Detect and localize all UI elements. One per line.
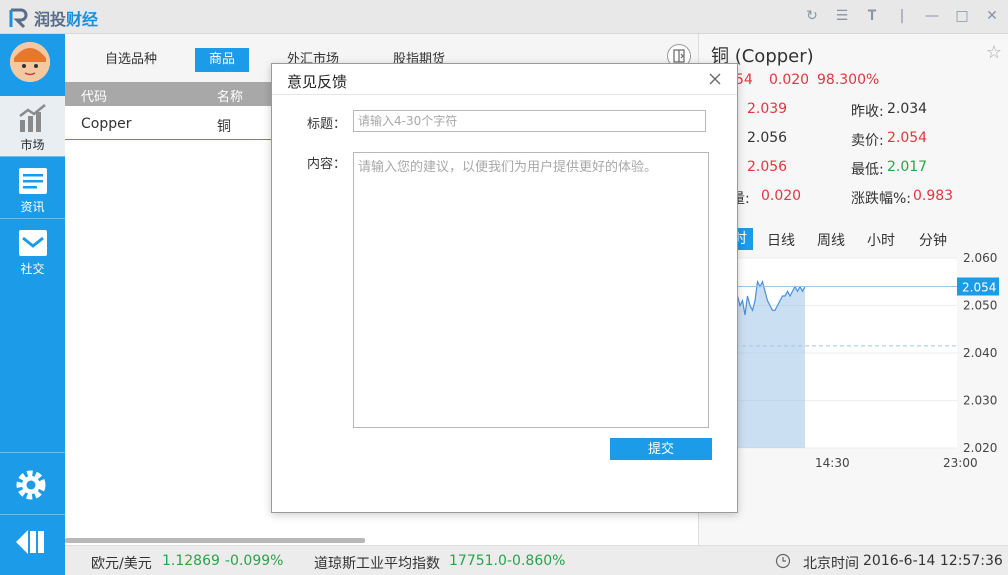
index-value: 17751.0 — [449, 553, 507, 569]
index-change: -0.860% — [507, 553, 566, 569]
minimize-icon[interactable]: — — [924, 8, 940, 24]
prev-close-label: 昨收: — [851, 104, 884, 120]
change-value: 0.020 — [769, 72, 810, 88]
chart-icon — [18, 104, 46, 132]
window-controls: ↻ ☰ 𝐓 | — □ ✕ — [804, 8, 1000, 24]
logo-text-part1: 润投 — [34, 10, 67, 29]
submit-button[interactable]: 提交 — [610, 438, 712, 460]
tab-watchlist[interactable]: 自选品种 — [91, 48, 171, 72]
column-header-code: 代码 — [81, 90, 108, 105]
time-value: 2016-6-14 12:57:36 — [863, 553, 1003, 569]
sidebar-item-label: 资讯 — [20, 200, 45, 214]
volume-value: 0.020 — [761, 188, 802, 204]
back-arrow-icon[interactable] — [14, 526, 48, 558]
fx-change: -0.099% — [225, 553, 284, 569]
x-tick-label: 23:00 — [943, 456, 978, 470]
title-field-label: 标题： — [307, 117, 347, 132]
current-price-label: 2.054 — [962, 281, 996, 295]
column-header-name: 名称 — [217, 90, 244, 105]
quote-panel: 铜 (Copper) ☆ 54 0.020 98.300% : 2.039 昨收… — [698, 34, 1008, 545]
ask-label: 卖价: — [851, 133, 884, 149]
high-value: 2.056 — [747, 159, 788, 175]
bid-value: 2.056 — [747, 130, 788, 146]
separator: | — [899, 8, 905, 24]
y-tick-label: 2.040 — [963, 346, 997, 360]
divider — [0, 452, 65, 453]
avatar-icon — [10, 42, 50, 82]
divider — [0, 514, 65, 515]
content-field-label: 内容： — [307, 157, 347, 172]
sidebar-item-label: 市场 — [20, 138, 45, 152]
range-pct-value: 0.983 — [913, 188, 954, 204]
y-tick-label: 2.030 — [963, 394, 997, 408]
fx-label: 欧元/美元 — [91, 556, 152, 572]
ask-value: 2.054 — [887, 130, 928, 146]
star-icon[interactable]: ☆ — [986, 42, 1002, 63]
y-tick-label: 2.050 — [963, 299, 997, 313]
range-pct-label: 涨跌幅%: — [851, 191, 912, 207]
title-input[interactable] — [353, 110, 706, 132]
fx-value: 1.12869 — [162, 553, 220, 569]
y-tick-label: 2.020 — [963, 441, 997, 455]
x-tick-label: 14:30 — [815, 456, 850, 470]
clock-icon — [775, 553, 791, 569]
change-percent: 98.300% — [817, 72, 880, 88]
tab-commodities[interactable]: 商品 — [195, 48, 250, 72]
menu-icon[interactable]: ☰ — [834, 8, 850, 24]
font-size-icon[interactable]: 𝐓 — [864, 8, 880, 24]
divider — [0, 156, 65, 157]
dialog-header: 意见反馈 — [272, 64, 737, 95]
status-bar: 欧元/美元 1.12869 -0.099% 道琼斯工业平均指数 17751.0 … — [65, 545, 1008, 575]
low-label: 最低: — [851, 162, 884, 178]
row-name: 铜 — [217, 119, 231, 135]
low-value: 2.017 — [887, 159, 928, 175]
sidebar-item-market[interactable]: 市场 — [0, 96, 65, 156]
avatar[interactable] — [10, 42, 50, 82]
close-icon[interactable]: ✕ — [984, 8, 1000, 24]
time-label: 北京时间 — [803, 556, 859, 572]
title-bar: 润投财经 ↻ ☰ 𝐓 | — □ ✕ — [0, 0, 1008, 34]
refresh-icon[interactable]: ↻ — [804, 8, 820, 24]
row-code: Copper — [81, 116, 132, 132]
content-textarea[interactable] — [353, 152, 709, 428]
dialog-title: 意见反馈 — [287, 73, 348, 91]
maximize-icon[interactable]: □ — [954, 8, 970, 24]
logo-text-part2: 财经 — [66, 10, 99, 29]
y-tick-label: 2.060 — [963, 251, 997, 265]
price-chart[interactable]: 2.060 2.050 2.040 2.030 2.020 2.054 14:30 23:00 — [699, 244, 1008, 504]
feedback-dialog: 意见反馈 标题： 内容： 提交 — [271, 63, 738, 513]
index-label: 道琼斯工业平均指数 — [314, 556, 440, 572]
gear-icon[interactable] — [14, 468, 48, 502]
left-sidebar: 市场 资讯 社交 — [0, 34, 65, 575]
horizontal-scrollbar[interactable] — [65, 538, 365, 543]
app-logo: 润投财经 — [8, 6, 98, 30]
sidebar-item-label: 社交 — [20, 262, 45, 276]
mail-icon — [18, 230, 47, 256]
close-icon[interactable] — [707, 71, 723, 87]
open-value: 2.039 — [747, 101, 788, 117]
sidebar-item-news[interactable]: 资讯 — [0, 158, 65, 218]
news-icon — [18, 168, 47, 194]
divider — [0, 218, 65, 219]
logo-text: 润投财经 — [34, 6, 98, 30]
prev-close-value: 2.034 — [887, 101, 928, 117]
logo-icon — [9, 8, 28, 29]
sidebar-item-social[interactable]: 社交 — [0, 220, 65, 280]
